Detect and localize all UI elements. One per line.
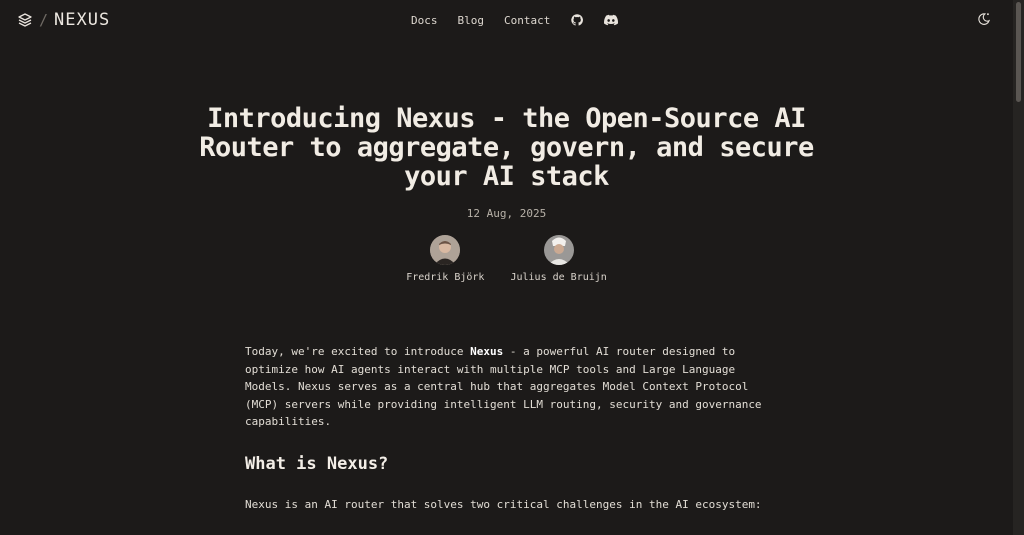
scrollbar-thumb[interactable] <box>1016 2 1021 102</box>
author-list: Fredrik Björk Julius de Bruijn <box>0 235 1013 283</box>
post-date: 12 Aug, 2025 <box>466 207 547 220</box>
discord-icon[interactable] <box>604 13 619 27</box>
author-card[interactable]: Fredrik Björk <box>406 235 484 283</box>
intro-paragraph: Today, we're excited to introduce Nexus … <box>245 343 780 431</box>
moon-sun-icon[interactable] <box>977 12 991 26</box>
avatar <box>543 235 574 265</box>
brand-separator: / <box>39 11 49 29</box>
intro-product-name: Nexus <box>470 345 504 358</box>
avatar <box>430 235 461 265</box>
brand-link[interactable]: / NEXUS <box>17 10 110 30</box>
top-navigation: / NEXUS Docs Blog Contact <box>0 0 1013 40</box>
main-nav: Docs Blog Contact <box>411 13 619 27</box>
post-header: Introducing Nexus - the Open-Source AI R… <box>0 104 1013 220</box>
nav-blog-link[interactable]: Blog <box>458 14 485 27</box>
nav-contact-link[interactable]: Contact <box>504 14 550 27</box>
author-name: Fredrik Björk <box>406 272 485 283</box>
intro-text-start: Today, we're excited to introduce <box>245 345 471 358</box>
layers-icon <box>18 13 32 27</box>
author-card[interactable]: Julius de Bruijn <box>510 235 607 283</box>
github-icon[interactable] <box>570 13 584 27</box>
author-name: Julius de Bruijn <box>510 272 607 283</box>
scrollbar[interactable] <box>1013 0 1024 535</box>
section-heading: What is Nexus? <box>245 453 389 474</box>
post-body: Today, we're excited to introduce Nexus … <box>245 343 780 513</box>
post-title: Introducing Nexus - the Open-Source AI R… <box>199 103 814 192</box>
nav-docs-link[interactable]: Docs <box>411 14 438 27</box>
page: / NEXUS Docs Blog Contact Introducing Ne… <box>0 0 1013 535</box>
brand-wordmark: NEXUS <box>54 10 111 30</box>
body-paragraph: Nexus is an AI router that solves two cr… <box>245 497 762 511</box>
